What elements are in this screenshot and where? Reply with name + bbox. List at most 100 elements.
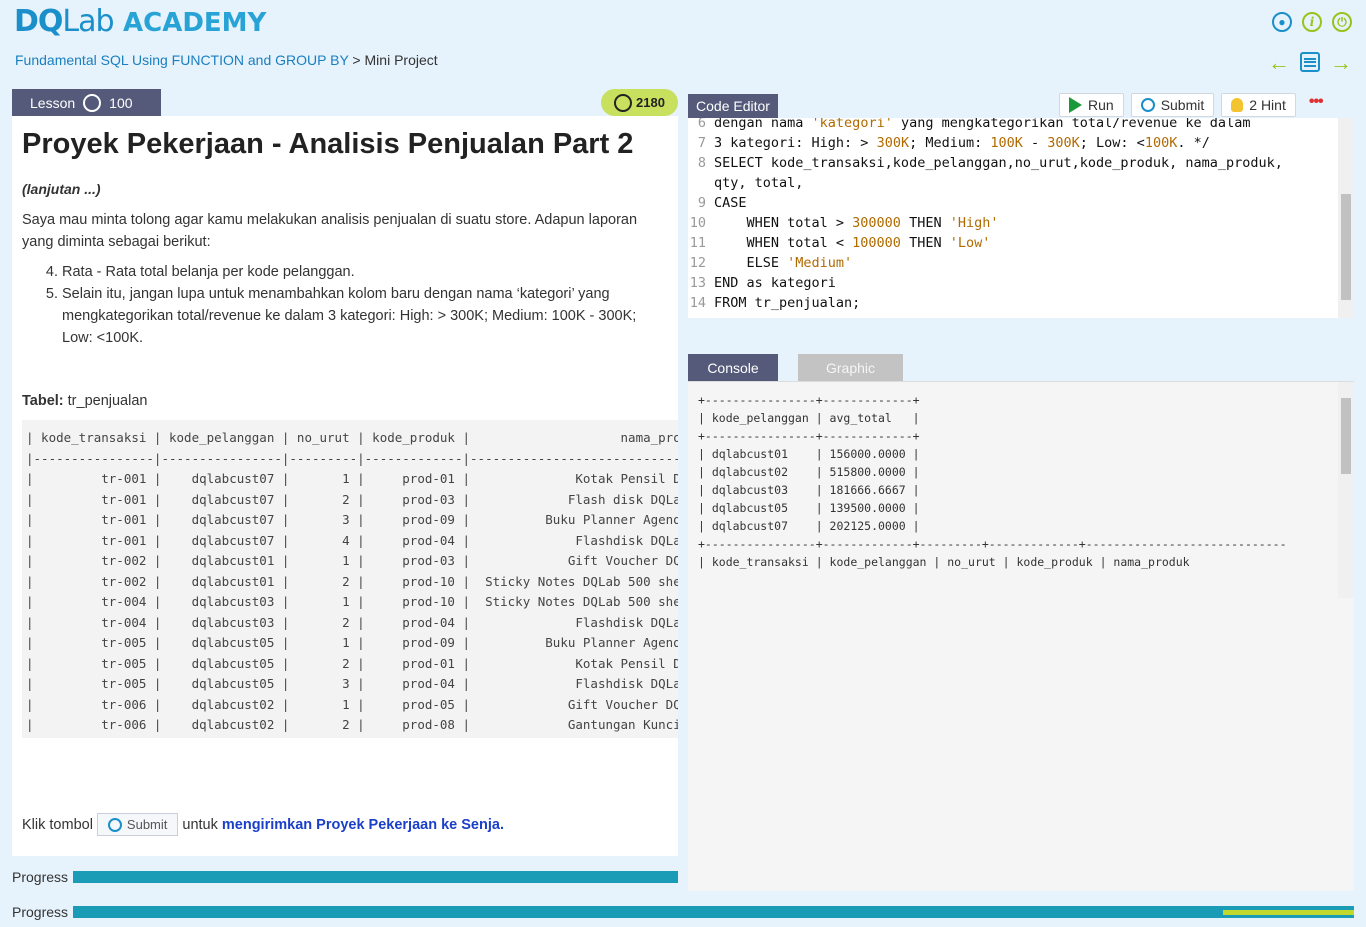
- upload-icon: [107, 817, 122, 832]
- logo-academy: ACADEMY: [123, 8, 267, 38]
- code-line: 8 SELECT kode_transaksi,kode_pelanggan,no…: [688, 153, 1354, 173]
- lesson-tab-label: Lesson: [30, 94, 76, 111]
- code-line: qty, total,: [688, 173, 1354, 193]
- code-lines: 6 dengan nama 'kategori' yang mengkategor…: [688, 118, 1354, 313]
- breadcrumb-separator: >: [348, 52, 365, 68]
- medal-icon: [83, 93, 102, 112]
- code-text: WHEN total > 300000 THEN 'High': [714, 215, 999, 231]
- breadcrumb-course-link[interactable]: Fundamental SQL Using FUNCTION and GROUP…: [15, 52, 349, 68]
- line-number: 14: [689, 295, 706, 311]
- power-icon[interactable]: ⏻: [1332, 12, 1352, 32]
- top-icons: ● i ⏻: [1272, 12, 1352, 32]
- tab-console[interactable]: Console: [688, 354, 778, 381]
- code-line: 10 WHEN total > 300000 THEN 'High': [688, 213, 1354, 233]
- code-line: 6 dengan nama 'kategori' yang mengkategor…: [688, 118, 1354, 133]
- progress-label: Progress: [12, 869, 69, 885]
- table-label-bold: Tabel:: [22, 393, 64, 409]
- code-line: 9 CASE: [688, 193, 1354, 213]
- play-icon: [1069, 97, 1082, 113]
- code-line: 14 FROM tr_penjualan;: [688, 293, 1354, 313]
- line-number: 7: [697, 135, 706, 151]
- lesson-subtitle: (lanjutan ...): [22, 181, 101, 197]
- progress-lesson: Progress: [12, 869, 678, 885]
- user-icon[interactable]: ●: [1272, 12, 1292, 32]
- submit-link[interactable]: mengirimkan Proyek Pekerjaan ke Senja.: [222, 817, 504, 833]
- line-number: 9: [697, 195, 706, 211]
- editor-scrollbar[interactable]: [1338, 118, 1354, 318]
- code-line: 7 3 kategori: High: > 300K; Medium: 100K …: [688, 133, 1354, 153]
- code-line: 13 END as kategori: [688, 273, 1354, 293]
- lesson-navigation: ← →: [1268, 50, 1352, 76]
- scrollbar-thumb[interactable]: [1341, 194, 1351, 300]
- inline-submit-label: Submit: [126, 817, 168, 832]
- tab-graphic[interactable]: Graphic: [798, 354, 903, 381]
- hint-label: 2 Hint: [1249, 97, 1286, 113]
- hint-button[interactable]: 2 Hint: [1221, 93, 1296, 117]
- breadcrumb-current: Mini Project: [364, 52, 438, 68]
- progress-bar: [73, 906, 1354, 918]
- lesson-content: Proyek Pekerjaan - Analisis Penjualan Pa…: [12, 116, 678, 856]
- console-tab-label: Console: [707, 359, 759, 376]
- total-points: 2180: [636, 95, 665, 110]
- code-text: CASE: [714, 195, 747, 211]
- table-label: Tabel: tr_penjualan: [22, 393, 678, 409]
- code-text: WHEN total < 100000 THEN 'Low': [714, 235, 991, 251]
- console-scrollbar[interactable]: [1338, 382, 1354, 598]
- submit-button[interactable]: Submit: [1130, 93, 1215, 117]
- code-line: 12 ELSE 'Medium': [688, 253, 1354, 273]
- submit-mid: untuk: [182, 816, 218, 833]
- code-editor-tab-label: Code Editor: [696, 98, 770, 114]
- lightbulb-icon: [1231, 98, 1244, 112]
- code-text: END as kategori: [714, 275, 836, 291]
- table-name: tr_penjualan: [63, 393, 148, 409]
- code-text: 3 kategori: High: > 300K; Medium: 100K -…: [714, 135, 1210, 151]
- lesson-intro: Saya mau minta tolong agar kamu melakuka…: [22, 212, 638, 250]
- lesson-tab[interactable]: Lesson 100: [12, 89, 161, 116]
- logo-lab: Lab: [62, 4, 114, 39]
- more-options-icon[interactable]: •••: [1309, 93, 1324, 117]
- submit-instruction: Klik tombol Submit untuk mengirimkan Pro…: [22, 813, 504, 836]
- lesson-points: 100: [109, 94, 133, 111]
- line-number: 10: [689, 215, 706, 231]
- lesson-task-list: Rata - Rata total belanja per kode pelan…: [62, 261, 658, 349]
- code-editor[interactable]: 6 dengan nama 'kategori' yang mengkategor…: [688, 118, 1354, 318]
- code-line: 11 WHEN total < 100000 THEN 'Low': [688, 233, 1354, 253]
- graphic-tab-label: Graphic: [825, 359, 876, 376]
- code-text: dengan nama 'kategori' yang mengkategori…: [714, 118, 1251, 131]
- info-icon[interactable]: i: [1302, 12, 1322, 32]
- inline-submit-button[interactable]: Submit: [96, 813, 179, 836]
- code-text: ELSE 'Medium': [714, 255, 853, 271]
- line-number: 6: [697, 118, 706, 131]
- arrow-right-icon[interactable]: →: [1330, 50, 1352, 76]
- list-item: Selain itu, jangan lupa untuk menambahka…: [62, 283, 658, 349]
- list-item: Rata - Rata total belanja per kode pelan…: [62, 261, 658, 283]
- line-number: 12: [689, 255, 706, 271]
- arrow-left-icon[interactable]: ←: [1268, 50, 1290, 76]
- code-editor-tab[interactable]: Code Editor: [688, 94, 778, 118]
- console-text: +----------------+-------------+ | kode_…: [698, 393, 1287, 569]
- progress-course: Progress: [12, 904, 1354, 920]
- code-text: qty, total,: [714, 175, 804, 191]
- console-output: +----------------+-------------+ | kode_…: [688, 381, 1354, 891]
- medal-icon: [614, 93, 633, 112]
- submit-prefix: Klik tombol: [22, 816, 93, 833]
- lesson-title: Proyek Pekerjaan - Analisis Penjualan Pa…: [22, 128, 634, 160]
- data-table: | kode_transaksi | kode_pelanggan | no_u…: [22, 420, 678, 738]
- upload-icon: [1140, 98, 1155, 112]
- line-number: 8: [697, 155, 706, 171]
- console-empty-area: [688, 598, 1354, 891]
- scrollbar-thumb[interactable]: [1341, 398, 1351, 474]
- editor-toolbar: Run Submit 2 Hint •••: [1059, 93, 1324, 117]
- line-number: 11: [689, 235, 706, 251]
- run-label: Run: [1088, 97, 1114, 113]
- line-number: 13: [689, 275, 706, 291]
- submit-label: Submit: [1160, 97, 1205, 113]
- total-points-badge: 2180: [601, 89, 678, 116]
- line-number: [688, 173, 714, 193]
- table-text: | kode_transaksi | kode_pelanggan | no_u…: [26, 430, 678, 732]
- run-button[interactable]: Run: [1059, 93, 1124, 117]
- code-text: FROM tr_penjualan;: [714, 295, 861, 311]
- list-icon[interactable]: [1300, 52, 1320, 72]
- progress-remaining: [1223, 910, 1354, 915]
- dqlab-academy-logo[interactable]: DQLab ACADEMY: [14, 4, 266, 39]
